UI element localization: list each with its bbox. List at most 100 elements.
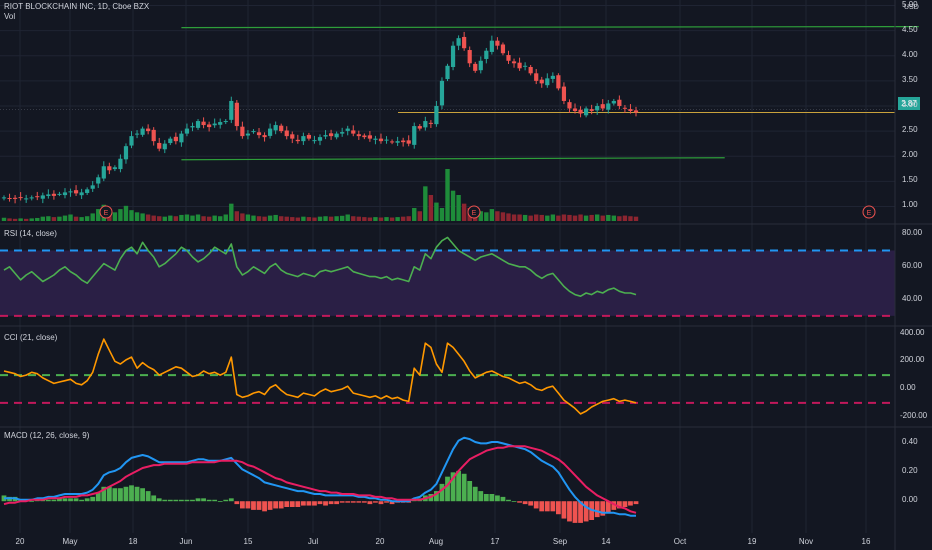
macd-tick-label: 0.40 — [902, 437, 918, 447]
candle — [12, 197, 18, 199]
volume-bar — [68, 214, 73, 221]
volume-bar — [550, 214, 556, 221]
candle — [462, 36, 467, 49]
candle — [517, 62, 522, 69]
candle — [73, 190, 79, 194]
volume-bar — [450, 190, 456, 221]
volume-bar — [428, 195, 434, 221]
volume-bar — [567, 214, 572, 221]
candle — [334, 133, 339, 138]
volume-bar — [129, 210, 134, 221]
volume-bar — [262, 216, 267, 221]
macd-histogram-bar — [567, 501, 572, 522]
candle — [151, 129, 156, 142]
volume-bar — [168, 215, 173, 221]
volume-bar — [334, 216, 339, 221]
volume-bar — [184, 214, 190, 221]
volume-bar — [84, 216, 90, 221]
candle — [317, 137, 323, 141]
volume-bar — [434, 202, 439, 221]
macd-histogram-bar — [361, 501, 367, 503]
price-tick-label: 3.50 — [902, 74, 918, 84]
volume-bar — [534, 214, 539, 221]
candle — [301, 136, 306, 142]
candle — [256, 132, 262, 136]
volume-bar — [400, 216, 406, 221]
volume-bar — [256, 216, 262, 221]
volume-bar — [1, 217, 7, 221]
candle — [162, 143, 167, 150]
volume-bar — [417, 211, 422, 221]
candle — [140, 128, 145, 135]
macd-histogram-bar — [439, 483, 445, 502]
volume-bar — [51, 217, 57, 221]
candle — [1, 197, 7, 199]
candle — [412, 126, 417, 145]
volume-bar — [395, 217, 400, 221]
volume-bar — [273, 214, 278, 221]
candle — [556, 75, 561, 89]
macd-histogram-bar — [129, 485, 134, 502]
volume-bar — [317, 216, 323, 221]
candle — [611, 100, 616, 104]
chart-canvas[interactable]: EEE — [0, 0, 932, 550]
candle — [351, 130, 356, 134]
volume-bar — [62, 215, 68, 221]
volume-bar — [517, 214, 522, 221]
volume-bar — [633, 216, 639, 221]
x-tick-label: May — [62, 537, 78, 546]
volume-bar — [245, 214, 251, 221]
macd-tick-label: 0.00 — [902, 495, 918, 505]
candle — [29, 197, 34, 199]
price-tick-label: 4.50 — [902, 24, 918, 34]
macd-histogram-bar — [118, 488, 123, 502]
macd-histogram-bar — [328, 501, 334, 505]
volume-bar — [301, 216, 306, 221]
candle — [207, 124, 212, 128]
candle — [356, 134, 361, 137]
candle — [373, 138, 378, 140]
macd-histogram-bar — [145, 491, 151, 502]
candle — [229, 100, 234, 120]
macd-histogram-bar — [251, 501, 256, 510]
candle — [79, 192, 84, 196]
rsi-tick-label: 80.00 — [902, 228, 923, 238]
volume-bar — [378, 217, 384, 221]
volume-bar — [195, 214, 201, 221]
macd-histogram-bar — [123, 486, 129, 502]
candle — [500, 44, 506, 54]
volume-bar — [278, 216, 284, 221]
macd-histogram-bar — [528, 501, 534, 506]
volume-bar — [145, 214, 151, 221]
candle — [439, 80, 445, 106]
candle — [584, 108, 589, 116]
candle — [290, 134, 295, 139]
x-tick-label: 18 — [128, 537, 138, 546]
volume-bar — [384, 217, 389, 221]
macd-histogram-bar — [29, 501, 35, 503]
candle — [545, 78, 550, 86]
macd-histogram-bar — [234, 501, 240, 505]
volume-bar — [373, 217, 378, 221]
volume-bar — [500, 212, 506, 221]
candle — [62, 192, 68, 196]
candle — [35, 196, 40, 198]
volume-bar — [112, 212, 118, 221]
macd-histogram-bar — [633, 501, 639, 505]
volume-bar — [506, 213, 511, 221]
macd-histogram-bar — [140, 488, 145, 502]
candle — [423, 121, 428, 128]
volume-bar — [406, 216, 411, 221]
macd-histogram-bar — [356, 501, 362, 503]
macd-histogram-bar — [156, 498, 162, 502]
macd-histogram-bar — [472, 486, 478, 502]
macd-histogram-bar — [478, 491, 484, 502]
macd-histogram-bar — [134, 486, 140, 502]
candle — [234, 102, 239, 127]
volume-bar — [367, 217, 373, 221]
candle — [184, 128, 190, 134]
macd-histogram-bar — [539, 501, 545, 512]
volume-bar — [439, 208, 445, 221]
rsi-title: RSI (14, close) — [4, 229, 57, 238]
macd-histogram-bar — [511, 501, 517, 503]
